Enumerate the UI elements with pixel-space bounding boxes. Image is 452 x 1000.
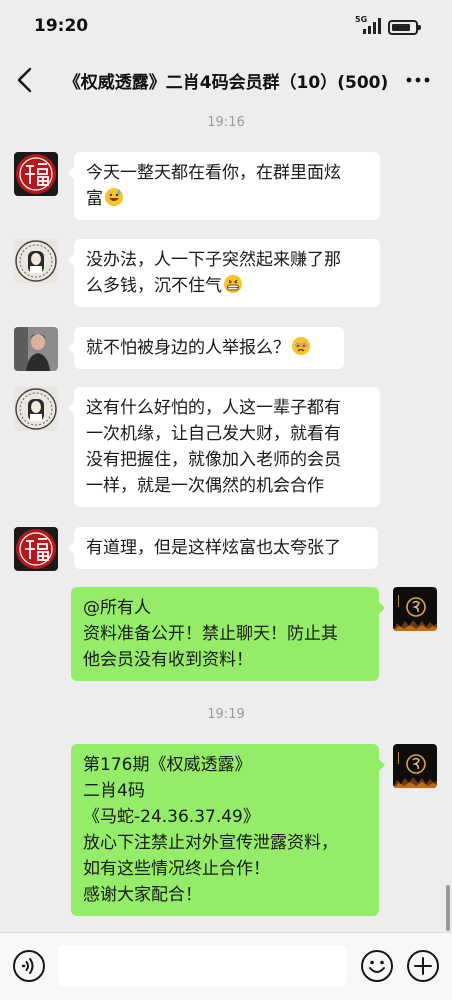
message-input[interactable] (58, 945, 346, 987)
portrait-seal-icon (14, 239, 58, 283)
message-text: 二肖4码 (83, 781, 145, 801)
signal-icon (363, 18, 381, 34)
worried-face-emoji-icon (292, 337, 310, 355)
message-text: 这有什么好怕的，人这一辈子都有 (86, 398, 341, 418)
person-photo-avatar[interactable] (14, 327, 58, 371)
emoji-picker-icon[interactable] (360, 949, 394, 983)
battery-icon (388, 20, 421, 35)
message-text: 没办法，人一下子突然起来赚了那 (86, 250, 341, 270)
message-input-bar (0, 932, 452, 1000)
message-bubble[interactable]: 没办法，人一下子突然起来赚了那 么多钱，沉不住气 (68, 239, 380, 307)
dark-logo-icon (393, 587, 437, 631)
back-arrow-icon[interactable] (14, 66, 38, 94)
chat-title: 《权威透露》二肖4码会员群（10）(500) (63, 73, 389, 93)
dark-logo-avatar[interactable] (393, 587, 437, 631)
message-text: 如有这些情况终止合作！ (83, 859, 270, 879)
message-text: 就不怕被身边的人举报么？ (86, 338, 290, 358)
message-bubble[interactable]: 今天一整天都在看你，在群里面炫 富 (68, 152, 380, 220)
message-timestamp: 19:16 (207, 115, 245, 130)
message-bubble-outgoing[interactable]: 第176期《权威透露》 二肖4码 《马蛇-24.36.37.49》 放心下注禁止… (71, 744, 385, 916)
message-text: 他会员没有收到资料！ (83, 650, 253, 670)
message-text: 今天一整天都在看你，在群里面炫 (86, 163, 341, 183)
fu-seal-avatar[interactable] (14, 527, 58, 571)
message-text: 放心下注禁止对外宣传泄露资料， (83, 833, 338, 853)
grin-emoji-icon (224, 275, 242, 293)
message-text: 一样，就是一次偶然的机会合作 (86, 476, 324, 496)
status-bar: 19:20 5G (0, 0, 452, 56)
message-bubble[interactable]: 这有什么好怕的，人这一辈子都有 一次机缘，让自己发大财，就看有 没有把握住，就像… (68, 387, 380, 507)
dark-logo-avatar[interactable] (393, 744, 437, 788)
message-text: 富 (86, 189, 103, 209)
fu-seal-icon (14, 527, 58, 571)
fu-seal-icon (14, 152, 58, 196)
status-time: 19:20 (34, 16, 89, 36)
message-bubble-outgoing[interactable]: @所有人 资料准备公开！禁止聊天！防止其 他会员没有收到资料！ (71, 587, 385, 681)
message-text: 第176期《权威透露》 (83, 755, 252, 775)
message-text: 没有把握住，就像加入老师的会员 (86, 450, 341, 470)
message-text: @所有人 (83, 598, 151, 618)
message-text: 感谢大家配合！ (83, 885, 202, 905)
message-text: 有道理，但是这样炫富也太夸张了 (86, 538, 341, 558)
fu-seal-avatar[interactable] (14, 152, 58, 196)
message-text: 么多钱，沉不住气 (86, 276, 222, 296)
message-text: 《马蛇-24.36.37.49》 (83, 807, 260, 827)
person-photo-icon (14, 327, 58, 371)
dark-logo-icon (393, 744, 437, 788)
message-timestamp: 19:19 (207, 707, 245, 722)
plus-more-icon[interactable] (406, 949, 440, 983)
message-text: 资料准备公开！禁止聊天！防止其 (83, 624, 338, 644)
message-bubble[interactable]: 就不怕被身边的人举报么？ (68, 327, 344, 369)
portrait-seal-avatar[interactable] (14, 387, 58, 431)
portrait-seal-avatar[interactable] (14, 239, 58, 283)
sweat-smile-emoji-icon (105, 188, 123, 206)
voice-input-icon[interactable] (12, 949, 46, 983)
message-text: 一次机缘，让自己发大财，就看有 (86, 424, 341, 444)
more-options-icon[interactable] (404, 68, 432, 92)
chat-scrollbar[interactable] (446, 885, 450, 931)
message-bubble[interactable]: 有道理，但是这样炫富也太夸张了 (68, 527, 378, 569)
portrait-seal-icon (14, 387, 58, 431)
chat-header: 《权威透露》二肖4码会员群（10）(500) (0, 56, 452, 106)
